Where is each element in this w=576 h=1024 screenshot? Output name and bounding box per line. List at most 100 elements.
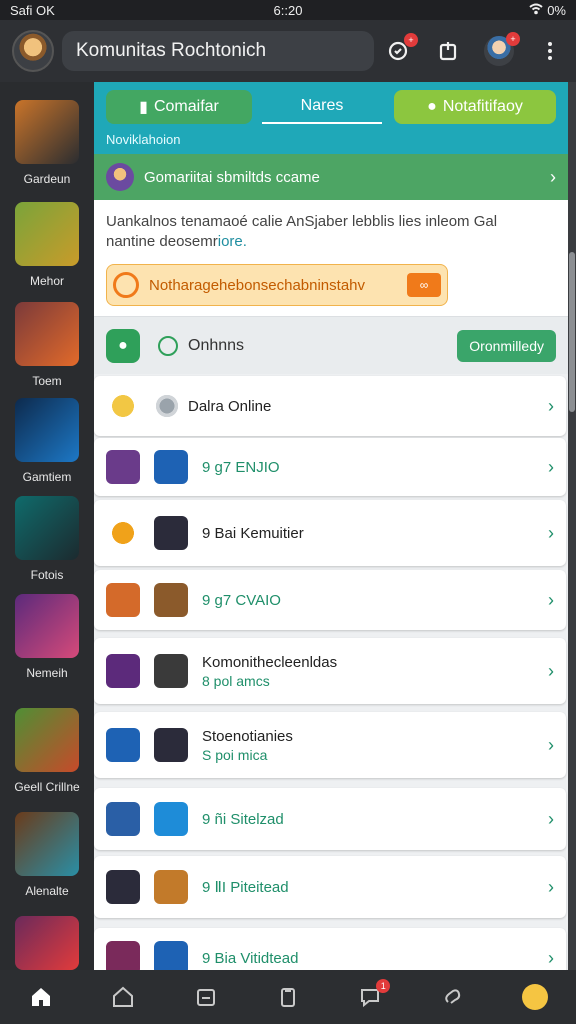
tab-notifications[interactable]: ● Notafitifaoy [394,90,556,124]
chat-icon[interactable]: 1 [356,979,391,1011]
list-item[interactable]: 9 ⅡI Piteitead › [94,856,566,918]
smiley-icon[interactable] [521,983,549,1011]
smiley-face [521,984,548,1010]
star-icon [106,389,140,423]
status-circle-icon [158,335,178,356]
sidebar-item[interactable]: Toem [0,302,94,388]
chevron-right-icon: › [548,395,554,416]
sidebar-item[interactable]: Gardeun [0,100,94,186]
hero-thumbnail-icon [15,708,79,772]
community-banner[interactable]: Gomariitai sbmiltds ccame › [94,154,568,200]
search-input[interactable]: Komunitas Rochtonich [62,31,374,71]
game-thumbnail-icon [106,802,140,836]
chevron-right-icon: › [548,947,554,968]
sun-badge-icon [106,516,140,550]
list-item[interactable]: 9 Bia Vitidtead › [94,928,566,970]
sidebar-item-label: Fotois [30,568,64,582]
online-label: Onhnns [188,336,245,354]
chat-badge: 1 [376,979,391,993]
home-icon[interactable] [27,983,55,1011]
list-item-title: 9 Bia Vitidtead [202,949,299,967]
list-item-subtitle: S poi mica [202,746,268,763]
chevron-right-icon: › [548,808,554,829]
sidebar-item-label: Alenalte [25,884,69,898]
sidebar-item[interactable]: Fotois [0,496,94,582]
list-item-title: Stoenotianies [202,727,293,745]
sidebar-item[interactable]: Alenalte [0,812,94,898]
more-vertical-icon[interactable] [536,37,564,65]
sidebar-item-label: Nemeih [26,666,68,680]
tab-news[interactable]: Nares [262,90,382,124]
game-thumbnail-icon [106,583,140,617]
sidebar-item-label: Gamtiem [22,470,72,484]
hero-avatar-icon [106,163,134,191]
search-text: Komunitas Rochtonich [76,40,267,61]
list-item-title: Komonithecleenldas [202,653,338,671]
list-item[interactable]: Dalra Online › [94,376,566,436]
game-thumbnail-icon [154,450,188,484]
online-row: ● Onhnns Oronmilledy [94,316,568,374]
tab-community[interactable]: ▮ Comaifar [106,90,252,124]
alert-banner[interactable]: Notharagehebonsechabninstahv ∞ [106,264,448,306]
online-button[interactable]: Oronmilledy [457,329,556,362]
game-thumbnail-icon [154,802,188,836]
tab-news-label: Nares [300,97,344,114]
sidebar-item-label: Geell Crillne [14,780,80,794]
sidebar-item[interactable]: Gamtiem [0,398,94,484]
refresh-icon[interactable]: + [384,33,418,65]
alert-text: Notharagehebonsechabninstahv [149,276,365,294]
sidebar-item[interactable] [0,916,94,970]
tab-community-label: Comaifar [153,98,219,115]
game-thumbnail-icon [106,654,140,688]
ticket-icon: ∞ [407,273,441,297]
game-thumbnail-icon [154,941,188,970]
home-outline-icon[interactable] [109,983,137,1011]
notice-line-2-text: nantine deosemr [106,233,218,250]
hero-avatar-icon [154,654,188,688]
game-thumbnail-icon [154,583,188,617]
wifi-icon [529,3,543,18]
hero-thumbnail-icon [15,496,79,560]
status-bar: Safi OK 6::20 0% [0,0,576,20]
list-item[interactable]: 9 Bai Kemuitier › [94,500,566,566]
sidebar-item-label: Gardeun [23,172,71,186]
game-thumbnail-icon [106,450,140,484]
sidebar-item-label: Toem [32,374,62,388]
list-item[interactable]: 9 g7 CVAIO › [94,570,566,630]
game-thumbnail-icon [106,941,140,970]
hero-thumbnail-icon [15,812,79,876]
top-icons: + + [384,32,564,66]
list-item[interactable]: 9 ñi Sitelzad › [94,788,566,850]
sidebar-item[interactable]: Geell Crillne [0,708,94,794]
top-bar: Komunitas Rochtonich + + [0,20,576,82]
clock: 6::20 [273,2,303,18]
alert-wrapper: Notharagehebonsechabninstahv ∞ [94,258,568,316]
share-icon[interactable] [434,37,462,65]
list-item[interactable]: Komonithecleenldas 8 pol amcs › [94,638,566,704]
list-item[interactable]: 9 g7 ENJIO › [94,438,566,496]
notice-line-1: Uankalnos tenamaoé calie AnSjaber lebbli… [106,213,498,230]
list-item-title: 9 ⅡI Piteitead [202,879,289,896]
sidebar-item[interactable]: Mehor [0,202,94,288]
friend-avatar-icon[interactable]: + [484,32,520,66]
carrier-label: Safi OK [10,2,55,18]
section-subheading: Noviklahoion [106,132,181,147]
chevron-right-icon: › [548,734,554,755]
list-item-title: 9 ñi Sitelzad [202,810,284,828]
list-item[interactable]: Stoenotianies S poi mica › [94,712,566,778]
profile-avatar[interactable] [12,30,54,72]
sidebar-item[interactable]: Nemeih [0,594,94,680]
link-icon[interactable] [439,983,467,1011]
banner-text: Gomariitai sbmiltds ccame [144,168,320,186]
scrollbar[interactable] [568,82,576,970]
notice-link[interactable]: iore. [218,233,247,250]
sidebar: Gardeun Mehor Toem Gamtiem Fotois Nemeih… [0,82,94,970]
chevron-right-icon: › [548,589,554,610]
notice-line-2: nantine deosemriore. [106,232,556,252]
chevron-right-icon: › [550,166,556,187]
hero-thumbnail-icon [15,202,79,266]
calendar-icon[interactable] [192,983,220,1011]
hero-thumbnail-icon [15,916,79,970]
clipboard-icon[interactable] [274,983,302,1011]
scroll-thumb[interactable] [569,252,575,412]
